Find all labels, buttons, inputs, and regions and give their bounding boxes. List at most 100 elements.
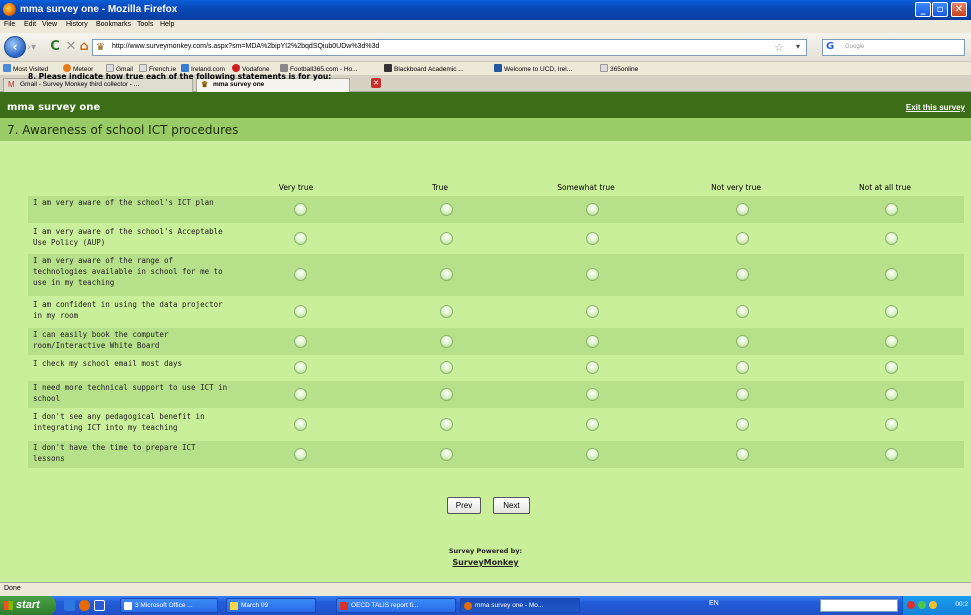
radio-very-true[interactable] bbox=[294, 305, 307, 318]
radio-not-very-true[interactable] bbox=[736, 335, 749, 348]
radio-not-at-all-true[interactable] bbox=[885, 388, 898, 401]
radio-true[interactable] bbox=[440, 448, 453, 461]
folder-icon bbox=[230, 602, 238, 610]
radio-not-very-true[interactable] bbox=[736, 268, 749, 281]
tray-network-icon[interactable] bbox=[918, 601, 926, 609]
radio-not-at-all-true[interactable] bbox=[885, 418, 898, 431]
close-tab-icon[interactable]: ✕ bbox=[371, 78, 381, 88]
radio-not-at-all-true[interactable] bbox=[885, 448, 898, 461]
radio-somewhat-true[interactable] bbox=[586, 232, 599, 245]
radio-true[interactable] bbox=[440, 388, 453, 401]
start-button[interactable]: start bbox=[0, 596, 56, 615]
survey-header: mma survey one Exit this survey bbox=[0, 92, 971, 118]
radio-true[interactable] bbox=[440, 203, 453, 216]
radio-not-very-true[interactable] bbox=[736, 388, 749, 401]
menu-edit[interactable]: Edit bbox=[24, 21, 36, 28]
bookmark-blackboard[interactable]: Blackboard Academic ... bbox=[384, 64, 464, 73]
clock: 00:2 bbox=[955, 601, 968, 608]
radio-not-at-all-true[interactable] bbox=[885, 335, 898, 348]
radio-not-at-all-true[interactable] bbox=[885, 305, 898, 318]
radio-very-true[interactable] bbox=[294, 203, 307, 216]
maximize-button[interactable]: ▫ bbox=[932, 2, 948, 17]
quicklaunch-ie-icon[interactable] bbox=[64, 600, 75, 611]
radio-very-true[interactable] bbox=[294, 388, 307, 401]
radio-not-very-true[interactable] bbox=[736, 448, 749, 461]
radio-very-true[interactable] bbox=[294, 335, 307, 348]
radio-somewhat-true[interactable] bbox=[586, 388, 599, 401]
search-box[interactable]: G Google bbox=[822, 39, 965, 56]
url-dropdown-icon[interactable]: ▾ bbox=[796, 42, 800, 51]
page-icon bbox=[600, 64, 608, 72]
radio-somewhat-true[interactable] bbox=[586, 203, 599, 216]
tray-shield-icon[interactable] bbox=[907, 601, 915, 609]
tray-alert-icon[interactable] bbox=[929, 601, 937, 609]
close-window-button[interactable]: ✕ bbox=[951, 2, 967, 17]
menu-file[interactable]: File bbox=[4, 21, 15, 28]
radio-somewhat-true[interactable] bbox=[586, 418, 599, 431]
forward-dropdown-icon[interactable]: ›▾ bbox=[27, 41, 41, 55]
radio-true[interactable] bbox=[440, 418, 453, 431]
radio-not-very-true[interactable] bbox=[736, 361, 749, 374]
statement-label: I am very aware of the school's ICT plan bbox=[33, 198, 214, 207]
radio-not-at-all-true[interactable] bbox=[885, 203, 898, 216]
search-placeholder: Google bbox=[845, 44, 865, 50]
bookmark-ucd[interactable]: Welcome to UCD, Irel... bbox=[494, 64, 572, 73]
taskbar: start 3 Microsoft Office ... March 09 OE… bbox=[0, 596, 971, 615]
radio-not-very-true[interactable] bbox=[736, 418, 749, 431]
radio-somewhat-true[interactable] bbox=[586, 268, 599, 281]
radio-true[interactable] bbox=[440, 268, 453, 281]
surveymonkey-link[interactable]: SurveyMonkey bbox=[0, 558, 971, 567]
quicklaunch-firefox-icon[interactable] bbox=[79, 600, 90, 611]
prev-button[interactable]: Prev bbox=[447, 497, 481, 514]
radio-somewhat-true[interactable] bbox=[586, 335, 599, 348]
menu-help[interactable]: Help bbox=[160, 21, 174, 28]
column-header-very-true: Very true bbox=[278, 183, 314, 192]
task-oecd-talis[interactable]: OECD TALIS report fi... bbox=[336, 598, 456, 613]
radio-true[interactable] bbox=[440, 361, 453, 374]
menu-view[interactable]: View bbox=[42, 21, 57, 28]
next-button[interactable]: Next bbox=[493, 497, 530, 514]
menu-bookmarks[interactable]: Bookmarks bbox=[96, 21, 131, 28]
radio-not-very-true[interactable] bbox=[736, 232, 749, 245]
url-bar[interactable]: ♛ http://www.surveymonkey.com/s.aspx?sm=… bbox=[92, 39, 807, 56]
radio-not-at-all-true[interactable] bbox=[885, 361, 898, 374]
ucd-icon bbox=[494, 64, 502, 72]
radio-somewhat-true[interactable] bbox=[586, 448, 599, 461]
back-button[interactable]: ‹ bbox=[4, 36, 26, 58]
ireland-icon bbox=[181, 64, 189, 72]
radio-very-true[interactable] bbox=[294, 361, 307, 374]
task-firefox-survey[interactable]: mma survey one - Mo... bbox=[460, 598, 580, 613]
statement-row: I am very aware of the range of technolo… bbox=[28, 254, 964, 296]
radio-not-very-true[interactable] bbox=[736, 203, 749, 216]
radio-very-true[interactable] bbox=[294, 418, 307, 431]
radio-not-at-all-true[interactable] bbox=[885, 232, 898, 245]
menu-tools[interactable]: Tools bbox=[137, 21, 153, 28]
radio-true[interactable] bbox=[440, 305, 453, 318]
page-icon bbox=[106, 64, 114, 72]
radio-very-true[interactable] bbox=[294, 268, 307, 281]
radio-somewhat-true[interactable] bbox=[586, 305, 599, 318]
exit-survey-link[interactable]: Exit this survey bbox=[906, 103, 965, 112]
bookmark-star-icon[interactable]: ☆ bbox=[774, 41, 784, 54]
minimize-button[interactable]: _ bbox=[915, 2, 931, 17]
radio-very-true[interactable] bbox=[294, 232, 307, 245]
radio-not-at-all-true[interactable] bbox=[885, 268, 898, 281]
home-icon[interactable]: ⌂ bbox=[76, 39, 92, 55]
windows-flag-icon bbox=[4, 601, 13, 610]
radio-true[interactable] bbox=[440, 232, 453, 245]
bookmark-365online[interactable]: 365online bbox=[600, 64, 638, 73]
task-march-09[interactable]: March 09 bbox=[226, 598, 316, 613]
radio-true[interactable] bbox=[440, 335, 453, 348]
task-microsoft-office[interactable]: 3 Microsoft Office ... bbox=[120, 598, 218, 613]
window-title-bar[interactable]: mma survey one - Mozilla Firefox _ ▫ ✕ bbox=[0, 0, 971, 20]
google-icon[interactable]: G bbox=[826, 41, 834, 52]
menu-history[interactable]: History bbox=[66, 21, 88, 28]
radio-very-true[interactable] bbox=[294, 448, 307, 461]
radio-somewhat-true[interactable] bbox=[586, 361, 599, 374]
reload-icon[interactable]: C bbox=[47, 39, 63, 55]
desktop-search-box[interactable] bbox=[820, 599, 898, 612]
quicklaunch-word-icon[interactable] bbox=[94, 600, 105, 611]
radio-not-very-true[interactable] bbox=[736, 305, 749, 318]
language-indicator[interactable]: EN bbox=[709, 600, 719, 607]
most-visited-icon bbox=[3, 64, 11, 72]
